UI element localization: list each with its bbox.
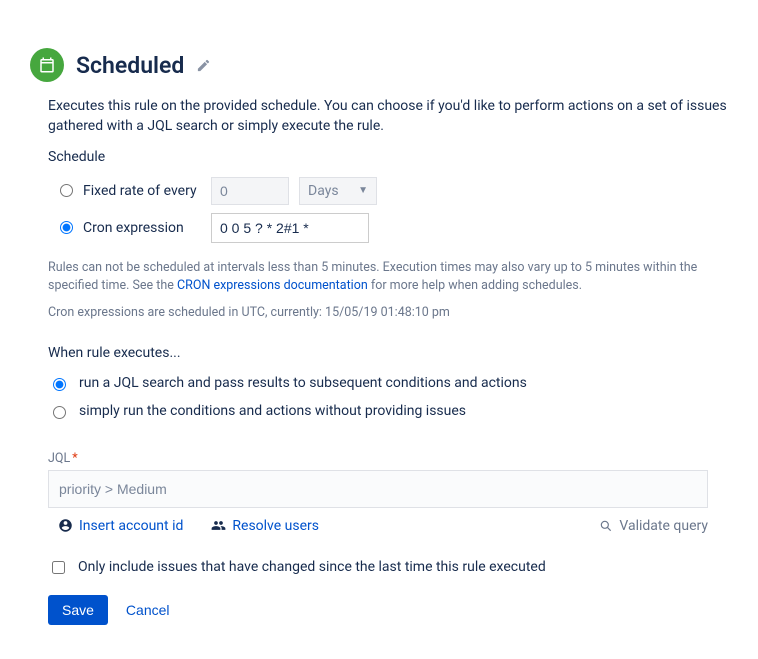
run-jql-radio[interactable] [53,378,66,391]
cron-expression-radio[interactable] [60,221,73,234]
fixed-rate-label: Fixed rate of every [83,183,201,199]
button-row: Save Cancel [48,595,728,625]
cron-expression-input[interactable] [211,213,369,243]
save-button[interactable]: Save [48,595,108,625]
description: Executes this rule on the provided sched… [48,96,728,137]
jql-label-text: JQL [48,451,70,466]
schedule-label: Schedule [48,149,728,165]
jql-input[interactable] [48,470,708,508]
simply-run-label: simply run the conditions and actions wi… [79,403,466,419]
jql-actions: Insert account id Resolve users Validate… [48,518,708,534]
page-title: Scheduled [76,52,184,79]
cron-expression-label: Cron expression [83,220,201,236]
only-changed-label: Only include issues that have changed si… [78,559,546,575]
validate-query-label: Validate query [619,518,708,534]
only-changed-row: Only include issues that have changed si… [48,558,728,577]
execute-label: When rule executes... [48,345,728,361]
utc-note: Cron expressions are scheduled in UTC, c… [48,304,728,323]
resolve-users-button[interactable]: Resolve users [211,518,319,534]
cron-doc-link[interactable]: CRON expressions documentation [177,278,368,293]
jql-label: JQL* [48,451,728,466]
schedule-cron-row: Cron expression [48,209,728,247]
user-circle-icon [58,518,73,533]
cancel-button[interactable]: Cancel [126,602,170,618]
users-icon [211,518,226,533]
execute-opt2-row: simply run the conditions and actions wi… [48,397,728,425]
fixed-rate-value-input[interactable] [211,177,289,205]
resolve-users-label: Resolve users [232,518,319,534]
fixed-rate-unit-label: Days [308,183,339,199]
insert-account-id-button[interactable]: Insert account id [58,518,183,534]
validate-query-button[interactable]: Validate query [599,518,708,534]
execute-opt1-row: run a JQL search and pass results to sub… [48,369,728,397]
simply-run-radio[interactable] [53,406,66,419]
schedule-fixed-row: Fixed rate of every Days ▼ [48,173,728,209]
search-icon [599,519,613,533]
schedule-help: Rules can not be scheduled at intervals … [48,259,728,297]
fixed-rate-unit-select[interactable]: Days ▼ [299,177,377,205]
only-changed-checkbox[interactable] [52,561,65,574]
fixed-rate-radio[interactable] [60,184,73,197]
help-post: for more help when adding schedules. [368,278,582,293]
chevron-down-icon: ▼ [358,185,368,196]
required-asterisk: * [72,451,77,466]
insert-account-id-label: Insert account id [79,518,183,534]
edit-icon[interactable] [196,58,211,73]
run-jql-label: run a JQL search and pass results to sub… [79,375,527,391]
header: Scheduled [30,48,728,82]
calendar-icon [30,48,64,82]
